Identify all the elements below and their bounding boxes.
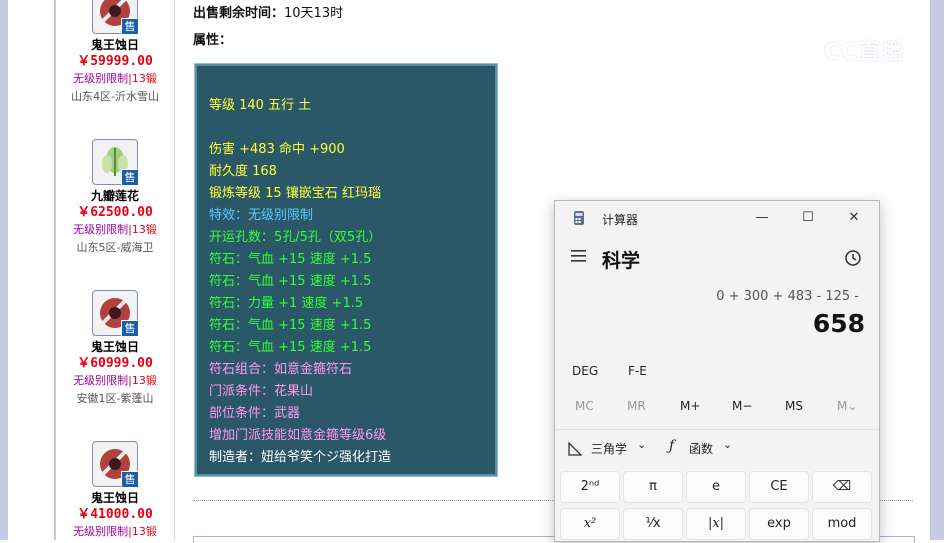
function-icon: ƒ xyxy=(669,438,675,454)
second-button[interactable]: 2ⁿᵈ xyxy=(560,471,620,503)
right-frame xyxy=(922,0,944,540)
calculator-app-icon xyxy=(574,211,584,225)
chevron-down-icon: ⌄ xyxy=(637,438,647,451)
prop-line: 锻炼等级 15 镶嵌宝石 红玛瑙 xyxy=(209,186,381,201)
item-price: ￥60999.00 xyxy=(77,356,153,371)
sell-badge: 售 xyxy=(121,471,139,488)
prop-line: 等级 140 五行 土 xyxy=(209,98,312,113)
mc-button[interactable]: MC xyxy=(575,399,594,413)
history-icon[interactable] xyxy=(844,249,862,267)
item-name[interactable]: 鬼王蚀日 xyxy=(56,339,174,355)
m-plus-button[interactable]: M+ xyxy=(680,399,700,413)
backspace-button[interactable]: ⌫ xyxy=(812,471,872,503)
calculator-expression: 0 + 300 + 483 - 125 - xyxy=(716,289,859,304)
calculator-divider xyxy=(555,429,879,430)
prop-line: 耐久度 168 xyxy=(209,164,277,179)
abs-button[interactable]: |x| xyxy=(686,508,746,540)
cc-live-watermark: CC直播 xyxy=(792,32,922,65)
list-item[interactable]: 售 鬼王蚀日 ￥60999.00 无级别限制|13锻 安徽1区-紫蓬山 xyxy=(56,290,174,407)
calculator-titlebar[interactable]: 计算器 — ☐ ✕ xyxy=(555,201,879,235)
item-limit: 无级别限制|13锻 xyxy=(73,525,157,538)
item-name[interactable]: 九瓣莲花 xyxy=(56,188,174,204)
square-button[interactable]: x² xyxy=(560,508,620,540)
memory-list-button[interactable]: M⌄ xyxy=(837,399,857,413)
item-name[interactable]: 鬼王蚀日 xyxy=(56,490,174,506)
mr-button[interactable]: MR xyxy=(627,399,646,413)
mod-button[interactable]: mod xyxy=(812,508,872,540)
prop-line: 符石：力量 +1 速度 +1.5 xyxy=(209,296,364,311)
maximize-button[interactable]: ☐ xyxy=(793,207,823,229)
prop-line: 符石组合：如意金箍符石 xyxy=(209,362,353,377)
function-dropdown[interactable]: 函数 xyxy=(689,440,713,457)
item-server: 安徽1区-紫蓬山 xyxy=(76,392,154,405)
item-limit: 无级别限制|13锻 xyxy=(73,223,157,236)
prop-line: 符石：气血 +15 速度 +1.5 xyxy=(209,318,372,333)
item-name[interactable]: 鬼王蚀日 xyxy=(56,37,174,53)
item-server: 山东4区-沂水雪山 xyxy=(71,90,159,103)
prop-line: 门派条件：花果山 xyxy=(209,384,314,399)
minimize-button[interactable]: — xyxy=(747,207,777,229)
memory-row: MC MR M+ M− MS M⌄ xyxy=(555,399,879,419)
sell-badge: 售 xyxy=(121,169,139,186)
exp-button[interactable]: exp xyxy=(749,508,809,540)
hamburger-menu-icon[interactable] xyxy=(569,246,589,266)
sell-badge: 售 xyxy=(121,320,139,337)
item-price: ￥41000.00 xyxy=(77,507,153,522)
prop-line: 部位条件：武器 xyxy=(209,406,301,421)
item-price: ￥62500.00 xyxy=(77,205,153,220)
item-limit: 无级别限制|13锻 xyxy=(73,374,157,387)
prop-line: 符石：气血 +15 速度 +1.5 xyxy=(209,274,372,289)
ghost-king-weapon-icon[interactable]: 售 xyxy=(92,0,139,35)
item-price: ￥59999.00 xyxy=(77,54,153,69)
fe-button[interactable]: F-E xyxy=(628,364,647,378)
function-row: 三角学 ⌄ ƒ 函数 ⌄ xyxy=(555,438,879,463)
triangle-ruler-icon xyxy=(568,442,582,456)
calculator-mode-title: 科学 xyxy=(602,250,641,272)
ms-button[interactable]: MS xyxy=(785,399,803,413)
prop-line: 符石：气血 +15 速度 +1.5 xyxy=(209,252,372,267)
m-minus-button[interactable]: M− xyxy=(732,399,752,413)
calculator-result: 658 xyxy=(812,309,865,338)
prop-line: 制造者：妞给爷笑个ジ强化打造 xyxy=(209,450,392,465)
list-item[interactable]: 售 九瓣莲花 ￥62500.00 无级别限制|13锻 山东5区-威海卫 xyxy=(56,139,174,256)
attributes-label: 属性： xyxy=(193,33,233,48)
sell-badge: 售 xyxy=(121,18,139,35)
pi-button[interactable]: π xyxy=(623,471,683,503)
left-frame xyxy=(0,0,56,540)
list-item[interactable]: 售 鬼王蚀日 ￥41000.00 无级别限制|13锻 xyxy=(56,441,174,540)
list-item[interactable]: 售 鬼王蚀日 ￥59999.00 无级别限制|13锻 山东4区-沂水雪山 xyxy=(56,0,174,105)
ghost-king-weapon-icon[interactable]: 售 xyxy=(92,290,139,337)
prop-line: 特效：无级别限制 xyxy=(209,208,314,223)
chevron-down-icon: ⌄ xyxy=(723,438,733,451)
prop-line: 开运孔数：5孔/5孔（双5孔） xyxy=(209,230,382,245)
ce-button[interactable]: CE xyxy=(749,471,809,503)
trig-dropdown[interactable]: 三角学 xyxy=(591,440,627,457)
calculator-title: 计算器 xyxy=(602,213,639,227)
lotus-icon[interactable]: 售 xyxy=(92,139,139,186)
calculator-window[interactable]: 计算器 — ☐ ✕ 科学 0 + 300 + 483 - 125 - 658 D… xyxy=(554,200,880,542)
prop-line: 伤害 +483 命中 +900 xyxy=(209,142,345,157)
time-remaining: 出售剩余时间：10天13时 xyxy=(193,6,344,21)
properties-panel: 等级 140 五行 土 伤害 +483 命中 +900 耐久度 168 锻炼等级… xyxy=(194,63,498,477)
cc-logo-icon xyxy=(793,33,821,61)
item-server: 山东5区-威海卫 xyxy=(76,241,154,254)
item-list: 售 鬼王蚀日 ￥59999.00 无级别限制|13锻 山东4区-沂水雪山 售 九… xyxy=(56,0,175,540)
ghost-king-weapon-icon[interactable]: 售 xyxy=(92,441,139,488)
close-button[interactable]: ✕ xyxy=(839,207,869,229)
item-limit: 无级别限制|13锻 xyxy=(73,72,157,85)
deg-button[interactable]: DEG xyxy=(572,364,598,378)
e-button[interactable]: e xyxy=(686,471,746,503)
prop-line: 增加门派技能如意金箍等级6级 xyxy=(209,428,387,443)
reciprocal-button[interactable]: ¹⁄x xyxy=(623,508,683,540)
prop-line: 符石：气血 +15 速度 +1.5 xyxy=(209,340,372,355)
